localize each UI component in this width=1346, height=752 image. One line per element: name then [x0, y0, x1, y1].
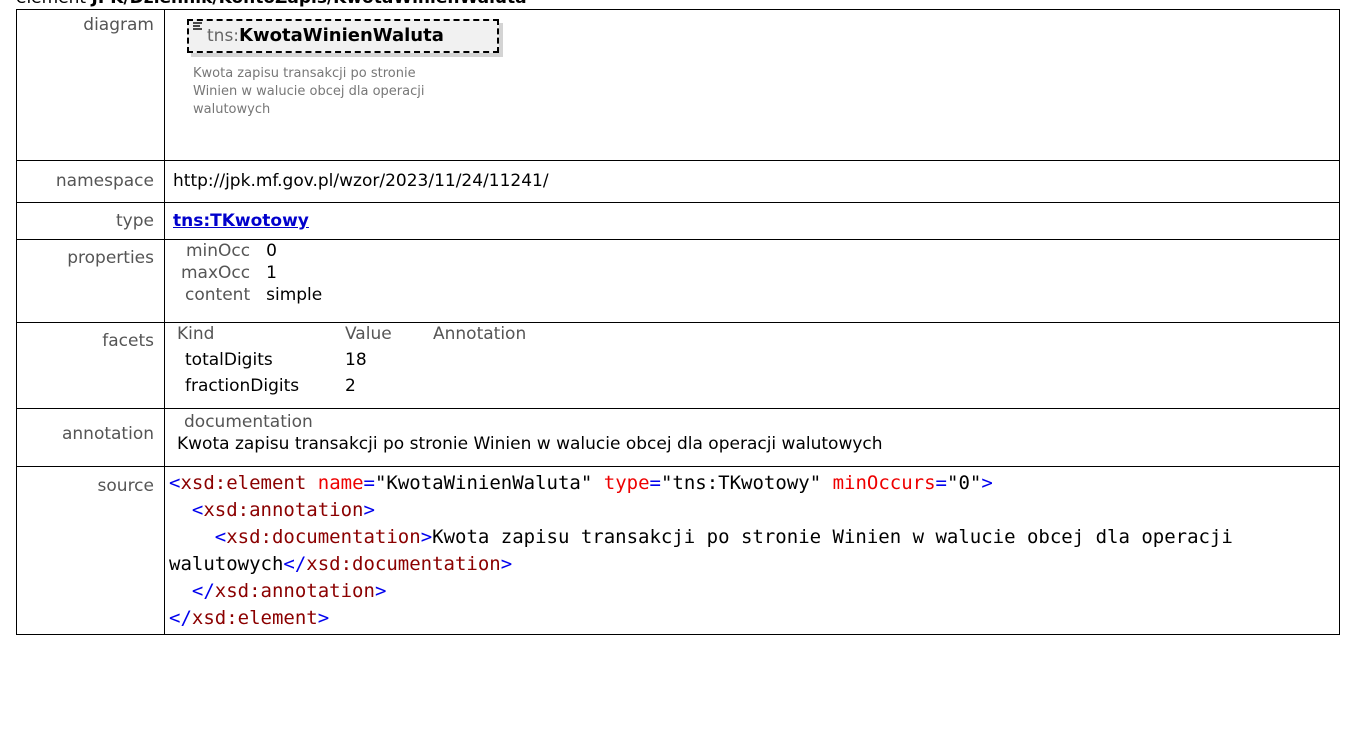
label-properties: properties [16, 239, 165, 323]
prop-key: content [185, 285, 251, 305]
prop-key: maxOcc [181, 263, 251, 283]
prop-value: 0 [266, 241, 277, 261]
facet-value: 18 [345, 350, 367, 370]
label-type: type [16, 202, 165, 240]
facets-col-annotation: Annotation [433, 324, 527, 344]
row-type: type tns:TKwotowy [16, 202, 1340, 240]
facet-kind: fractionDigits [185, 376, 300, 396]
row-properties: properties minOcc 0 maxOcc 1 content sim… [16, 239, 1340, 323]
label-diagram: diagram [16, 9, 165, 161]
page-title: element JPK/Dziennik/KontoZapis/KwotaWin… [0, 0, 1346, 9]
diagram-cell: tns: KwotaWinienWaluta Kwota zapisu tran… [164, 9, 1340, 161]
facets-table: Kind Value Annotation totalDigits 18 fra… [177, 323, 1333, 397]
facet-row: totalDigits 18 [177, 349, 1333, 371]
row-facets: facets Kind Value Annotation totalDigits… [16, 322, 1340, 409]
facets-header: Kind Value Annotation [177, 323, 1333, 345]
row-namespace: namespace http://jpk.mf.gov.pl/wzor/2023… [16, 160, 1340, 203]
facet-kind: totalDigits [185, 350, 273, 370]
source-line: <xsd:element name="KwotaWinienWaluta" ty… [169, 472, 993, 494]
facet-row: fractionDigits 2 [177, 375, 1333, 397]
label-namespace: namespace [16, 160, 165, 203]
label-source: source [16, 466, 165, 635]
source-line: <xsd:annotation> [191, 499, 375, 521]
row-annotation: annotation documentation Kwota zapisu tr… [16, 408, 1340, 467]
element-doc-icon [193, 22, 202, 30]
diagram-documentation: Kwota zapisu transakcji po stronie Winie… [193, 66, 425, 117]
prop-value: simple [266, 285, 323, 305]
diagram-element-box[interactable]: tns: KwotaWinienWaluta [187, 19, 499, 53]
prop-key: minOcc [185, 241, 251, 261]
facet-value: 2 [345, 376, 356, 396]
type-link[interactable]: tns:TKwotowy [173, 211, 309, 231]
facets-col-value: Value [345, 324, 392, 344]
source-code: <xsd:element name="KwotaWinienWaluta" ty… [169, 470, 1333, 632]
diagram-ns-prefix: tns: [207, 26, 240, 46]
namespace-value: http://jpk.mf.gov.pl/wzor/2023/11/24/112… [164, 160, 1340, 203]
diagram-element-name: KwotaWinienWaluta [239, 25, 444, 46]
row-diagram: diagram tns: KwotaWinienWaluta Kwota zap… [16, 9, 1340, 161]
annotation-text: Kwota zapisu transakcji po stronie Winie… [177, 434, 883, 454]
prop-value: 1 [266, 263, 277, 283]
properties-list: minOcc 0 maxOcc 1 content simple [181, 240, 322, 306]
label-annotation: annotation [16, 408, 165, 467]
row-source: source <xsd:element name="KwotaWinienWal… [16, 466, 1340, 635]
source-line: </xsd:element> [169, 607, 330, 629]
label-facets: facets [16, 322, 165, 409]
annotation-heading: documentation [184, 412, 313, 432]
element-doc-table: diagram tns: KwotaWinienWaluta Kwota zap… [16, 9, 1340, 635]
source-line: </xsd:annotation> [191, 580, 387, 602]
source-line: <xsd:documentation>Kwota zapisu transakc… [169, 526, 1245, 575]
facets-col-kind: Kind [177, 324, 215, 344]
page-title-prefix: element [16, 0, 86, 8]
page-title-path: JPK/Dziennik/KontoZapis/KwotaWinienWalut… [92, 0, 527, 8]
